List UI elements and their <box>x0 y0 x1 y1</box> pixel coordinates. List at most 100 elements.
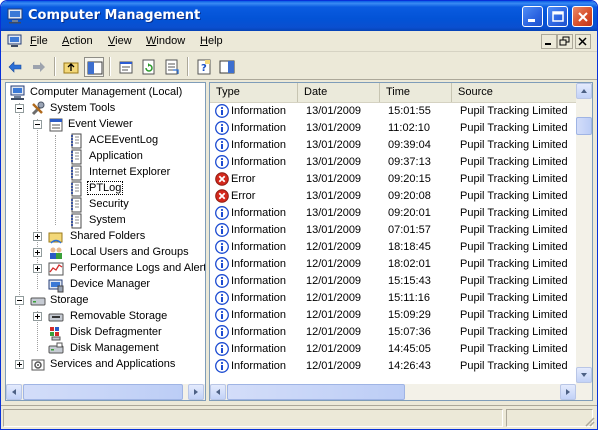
child-restore-button[interactable] <box>557 34 573 49</box>
cell-source: Pupil Tracking Limited <box>460 122 568 134</box>
close-icon <box>578 12 588 22</box>
tree-node-services-and-applications[interactable]: Services and Applications <box>8 357 205 373</box>
tree-node-computer-management[interactable]: Computer Management (Local) <box>8 85 205 101</box>
list-hscroll-thumb[interactable] <box>227 384 405 400</box>
child-minimize-button[interactable] <box>541 34 557 49</box>
menu-view[interactable]: View <box>108 35 132 47</box>
table-row[interactable]: Information 12/01/2009 15:09:29 Pupil Track… <box>210 307 578 324</box>
event-list-pane[interactable]: Type Date Time Source Information 13/01/2… <box>209 82 593 401</box>
properties-button[interactable] <box>116 57 136 77</box>
table-row[interactable]: Information 12/01/2009 18:18:45 Pupil Track… <box>210 239 578 256</box>
list-horizontal-scrollbar[interactable] <box>210 384 592 400</box>
minimize-icon <box>528 19 535 22</box>
child-close-button[interactable] <box>575 34 591 49</box>
information-icon <box>215 206 229 220</box>
table-row[interactable]: Information 13/01/2009 11:02:10 Pupil Track… <box>210 120 578 137</box>
console-tree-pane[interactable]: Computer Management (Local) System Tools… <box>5 82 206 401</box>
cell-source: Pupil Tracking Limited <box>460 275 568 287</box>
cell-source: Pupil Tracking Limited <box>460 207 568 219</box>
menu-action[interactable]: Action <box>62 35 93 47</box>
mmc-document-icon[interactable] <box>7 33 23 49</box>
scroll-down-button[interactable] <box>576 367 592 383</box>
scroll-left-button[interactable] <box>6 384 22 400</box>
table-row[interactable]: Information 12/01/2009 15:11:16 Pupil Track… <box>210 290 578 307</box>
close-button[interactable] <box>572 6 593 27</box>
show-hide-console-tree-button[interactable] <box>84 57 104 77</box>
collapse-toggle[interactable] <box>15 104 24 113</box>
tree-scroll-thumb[interactable] <box>23 384 183 400</box>
tree-node-local-users-and-groups[interactable]: Local Users and Groups <box>8 245 205 261</box>
tree-horizontal-scrollbar[interactable] <box>6 384 205 400</box>
minimize-button[interactable] <box>522 6 543 27</box>
show-hide-action-pane-button[interactable] <box>217 57 237 77</box>
menu-file[interactable]: File <box>30 35 48 47</box>
scroll-left-button[interactable] <box>210 384 226 400</box>
up-one-level-button[interactable] <box>61 57 81 77</box>
column-header-type[interactable]: Type <box>210 83 298 102</box>
export-list-button[interactable] <box>162 57 182 77</box>
resize-grip-icon[interactable] <box>583 415 595 427</box>
tree-node-ptlog[interactable]: PTLog <box>8 181 205 197</box>
information-icon <box>215 291 229 305</box>
tree-node-internet-explorer[interactable]: Internet Explorer <box>8 165 205 181</box>
column-header-source[interactable]: Source <box>452 83 578 102</box>
information-icon <box>215 121 229 135</box>
list-scroll-thumb[interactable] <box>576 117 592 135</box>
title-bar[interactable]: Computer Management <box>1 1 597 31</box>
table-row[interactable]: Information 12/01/2009 15:15:43 Pupil Track… <box>210 273 578 290</box>
tree-node-removable-storage[interactable]: Removable Storage <box>8 309 205 325</box>
refresh-button[interactable] <box>139 57 159 77</box>
scroll-up-button[interactable] <box>576 83 592 99</box>
list-vertical-scrollbar[interactable] <box>576 83 592 384</box>
collapse-toggle[interactable] <box>33 120 42 129</box>
table-row[interactable]: Information 12/01/2009 18:02:01 Pupil Track… <box>210 256 578 273</box>
scroll-right-button[interactable] <box>188 384 204 400</box>
help-button[interactable]: ? <box>194 57 214 77</box>
tree-node-disk-management[interactable]: Disk Management <box>8 341 205 357</box>
forward-button[interactable] <box>29 57 49 77</box>
cell-type: Information <box>231 105 287 117</box>
tree-node-event-viewer[interactable]: Event Viewer <box>8 117 205 133</box>
help-icon: ? <box>197 59 211 75</box>
cell-date: 12/01/2009 <box>306 326 362 338</box>
cell-date: 13/01/2009 <box>306 207 362 219</box>
tree-node-device-manager[interactable]: Device Manager <box>8 277 205 293</box>
scroll-right-button[interactable] <box>560 384 576 400</box>
cell-source: Pupil Tracking Limited <box>460 190 568 202</box>
table-row[interactable]: Information 13/01/2009 09:39:04 Pupil Track… <box>210 137 578 154</box>
tree-node-aceeventlog[interactable]: ACEEventLog <box>8 133 205 149</box>
tree-node-storage[interactable]: Storage <box>8 293 205 309</box>
tree-node-system[interactable]: System <box>8 213 205 229</box>
table-row[interactable]: Information 13/01/2009 09:20:01 Pupil Track… <box>210 205 578 222</box>
tree-node-shared-folders[interactable]: Shared Folders <box>8 229 205 245</box>
expand-toggle[interactable] <box>15 360 24 369</box>
cell-date: 13/01/2009 <box>306 105 362 117</box>
tree-node-application[interactable]: Application <box>8 149 205 165</box>
cell-source: Pupil Tracking Limited <box>460 173 568 185</box>
expand-toggle[interactable] <box>33 232 42 241</box>
table-row[interactable]: Error 13/01/2009 09:20:08 Pupil Tracking Li… <box>210 188 578 205</box>
cell-time: 14:26:43 <box>388 360 431 372</box>
tree-node-performance-logs-and-alerts[interactable]: Performance Logs and Alerts <box>8 261 205 277</box>
tree-node-system-tools[interactable]: System Tools <box>8 101 205 117</box>
back-button[interactable] <box>5 57 25 77</box>
expand-toggle[interactable] <box>33 264 42 273</box>
column-header-date[interactable]: Date <box>298 83 380 102</box>
table-row[interactable]: Information 13/01/2009 15:01:55 Pupil Track… <box>210 103 578 120</box>
column-header-time[interactable]: Time <box>380 83 452 102</box>
table-row[interactable]: Information 12/01/2009 14:26:43 Pupil Track… <box>210 358 578 375</box>
menu-help[interactable]: Help <box>200 35 223 47</box>
expand-toggle[interactable] <box>33 248 42 257</box>
expand-toggle[interactable] <box>33 312 42 321</box>
cell-date: 12/01/2009 <box>306 241 362 253</box>
collapse-toggle[interactable] <box>15 296 24 305</box>
table-row[interactable]: Information 12/01/2009 14:45:05 Pupil Track… <box>210 341 578 358</box>
table-row[interactable]: Information 12/01/2009 15:07:36 Pupil Track… <box>210 324 578 341</box>
tree-node-disk-defragmenter[interactable]: Disk Defragmenter <box>8 325 205 341</box>
table-row[interactable]: Information 13/01/2009 07:01:57 Pupil Track… <box>210 222 578 239</box>
tree-node-security[interactable]: Security <box>8 197 205 213</box>
table-row[interactable]: Information 13/01/2009 09:37:13 Pupil Track… <box>210 154 578 171</box>
table-row[interactable]: Error 13/01/2009 09:20:15 Pupil Tracking Li… <box>210 171 578 188</box>
menu-window[interactable]: Window <box>146 35 185 47</box>
maximize-button[interactable] <box>547 6 568 27</box>
